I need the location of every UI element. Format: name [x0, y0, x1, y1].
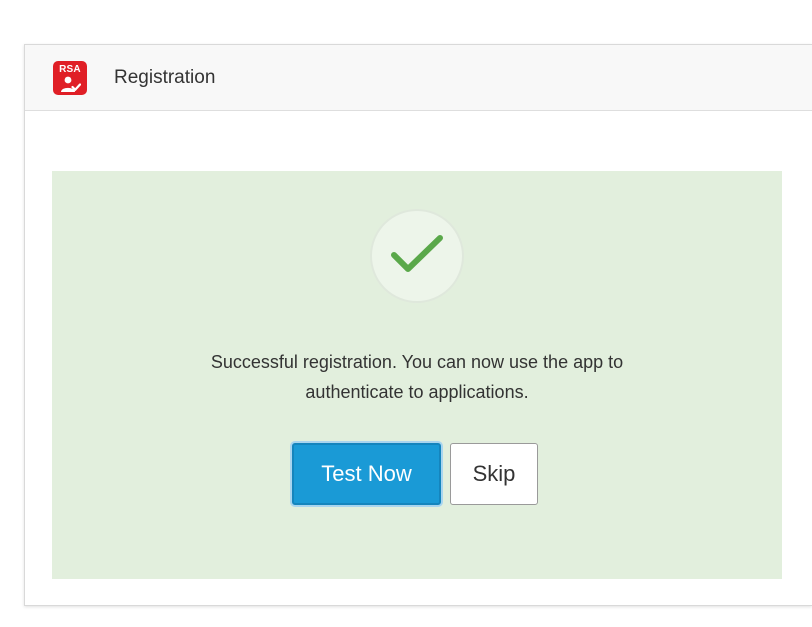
dialog-header: RSA Registration	[25, 45, 812, 111]
dialog-title: Registration	[114, 67, 216, 88]
success-message-line-1: Successful registration. You can now use…	[210, 352, 624, 372]
checkmark-icon	[391, 235, 443, 272]
user-check-icon	[61, 76, 81, 92]
logo-text: RSA	[59, 64, 81, 75]
success-message-line-2: authenticate to applications.	[305, 382, 529, 402]
registration-dialog: RSA Registration Successful registration…	[24, 44, 812, 606]
skip-button[interactable]: Skip	[450, 443, 538, 505]
test-now-button[interactable]: Test Now	[292, 443, 441, 505]
rsa-logo-icon: RSA	[53, 61, 87, 95]
success-badge	[370, 209, 464, 303]
success-message: Successful registration. You can now use…	[52, 347, 782, 407]
success-panel: Successful registration. You can now use…	[52, 171, 782, 579]
